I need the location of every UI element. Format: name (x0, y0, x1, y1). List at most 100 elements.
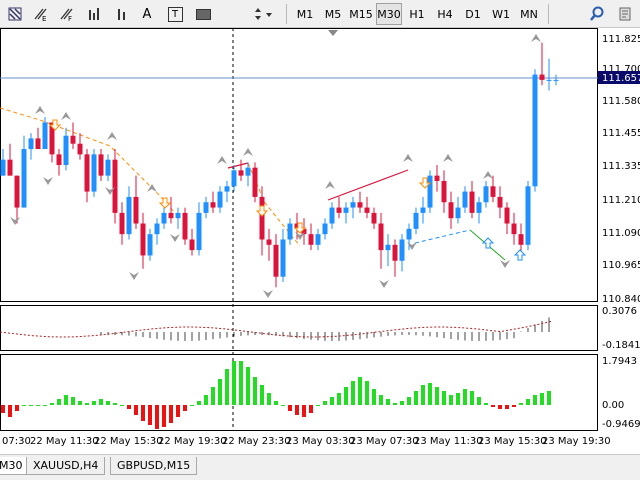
candle (7, 159, 13, 176)
candle (469, 191, 475, 213)
osc2-bar (92, 401, 96, 405)
candle (147, 234, 153, 256)
osc1-pane-frame (0, 305, 598, 351)
candle (525, 186, 531, 245)
osc2-bar (351, 381, 355, 405)
osc2-bar (71, 397, 75, 405)
candle (140, 223, 146, 256)
candle (210, 202, 216, 208)
candle (504, 207, 510, 224)
fractal-down-icon (129, 272, 139, 280)
candle (497, 196, 503, 208)
fractal-up-icon (61, 112, 71, 120)
candle (63, 135, 69, 166)
fractal-up-icon (325, 181, 335, 189)
candle (266, 239, 272, 245)
osc2-bar (505, 405, 509, 409)
osc2-bar (218, 379, 222, 405)
tab-xauusd-h4[interactable]: XAUUSD,H4 (26, 457, 106, 475)
osc2-bar (295, 405, 299, 415)
candle (91, 154, 97, 192)
osc2-bar (470, 391, 474, 405)
bars-icon-2[interactable] (112, 3, 134, 25)
candle (217, 191, 223, 208)
time-label: 22 May 11:30 (30, 436, 99, 447)
timeframe-h1[interactable]: H1 (404, 3, 430, 25)
osc2-bar (239, 361, 243, 405)
text-f-icon[interactable]: F (56, 3, 78, 25)
fractal-up-icon (443, 154, 453, 162)
signal-arrow-down-icon (158, 197, 172, 209)
candle (161, 212, 167, 224)
candle (280, 239, 286, 277)
svg-text:F: F (68, 15, 72, 22)
candle (126, 196, 132, 235)
timeframe-w1[interactable]: W1 (488, 3, 514, 25)
timeframe-h4[interactable]: H4 (432, 3, 458, 25)
osc2-bar (547, 391, 551, 405)
osc2-bar (484, 403, 488, 405)
candle (448, 202, 454, 219)
osc2-bar (372, 389, 376, 405)
svg-text:E: E (42, 15, 46, 22)
rectangle-icon[interactable] (192, 3, 214, 25)
osc2-bar (134, 405, 138, 415)
osc2-bar (8, 405, 12, 417)
osc1-layer (0, 317, 553, 341)
candle (455, 207, 461, 219)
time-label: 22 May 15:30 (94, 436, 163, 447)
tab-gbpusd-m15[interactable]: GBPUSD,M15 (110, 457, 198, 475)
label-a-icon[interactable]: A (136, 3, 158, 25)
candle (70, 135, 76, 144)
candle (546, 79, 552, 81)
grid-tool-icon[interactable] (4, 3, 26, 25)
candle (553, 79, 559, 81)
candle (14, 175, 20, 208)
timeframe-m5[interactable]: M5 (320, 3, 346, 25)
candle (203, 202, 209, 213)
search-icon[interactable] (586, 3, 608, 25)
candles-layer (0, 42, 559, 288)
arrows-icon[interactable] (250, 3, 280, 25)
osc2-bar (204, 395, 208, 405)
osc2-bar (288, 405, 292, 411)
signal-arrow-up-icon (513, 249, 527, 261)
osc2-bar (386, 399, 390, 405)
osc2-bar (141, 405, 145, 421)
osc2-bar (512, 405, 516, 407)
time-label: 23 May 11:30 (414, 436, 483, 447)
candle (224, 186, 230, 192)
timeframe-m1[interactable]: M1 (292, 3, 318, 25)
timeframe-d1[interactable]: D1 (460, 3, 486, 25)
chart-tabs: M30 XAUUSD,H4 GBPUSD,M15 (0, 454, 640, 480)
candle (343, 207, 349, 213)
osc2-layer (1, 361, 551, 429)
candle (189, 239, 195, 251)
candle (378, 223, 384, 251)
timeframe-m15[interactable]: M15 (348, 3, 374, 25)
osc2-bar (435, 387, 439, 405)
candle (406, 228, 412, 240)
osc2-bar (260, 385, 264, 405)
osc2-bar (176, 405, 180, 417)
candle (42, 122, 48, 150)
candle (287, 223, 293, 240)
chart-shift-marker (328, 30, 338, 36)
chart-canvas[interactable]: 111.825 111.700 111.580 111.455 111.335 … (0, 28, 640, 454)
candle (231, 170, 237, 187)
osc2-bar (540, 393, 544, 405)
text-e-icon[interactable]: E (30, 3, 52, 25)
zoom-icon[interactable] (614, 3, 636, 25)
candle (371, 212, 377, 224)
candle (490, 186, 496, 197)
bars-icon[interactable] (84, 3, 106, 25)
timeframe-mn[interactable]: MN (516, 3, 542, 25)
osc2-bar (225, 369, 229, 405)
chart-area[interactable]: 111.825 111.700 111.580 111.455 111.335 … (0, 28, 640, 454)
osc2-bar (274, 401, 278, 405)
timeframe-m30[interactable]: M30 (376, 3, 402, 25)
toolbar: E F A T M1 M5 M15 M30 H1 H4 D1 W1 MN (0, 0, 640, 28)
text-box-icon[interactable]: T (164, 3, 186, 25)
candle (0, 159, 6, 176)
osc2-bar (463, 389, 467, 405)
